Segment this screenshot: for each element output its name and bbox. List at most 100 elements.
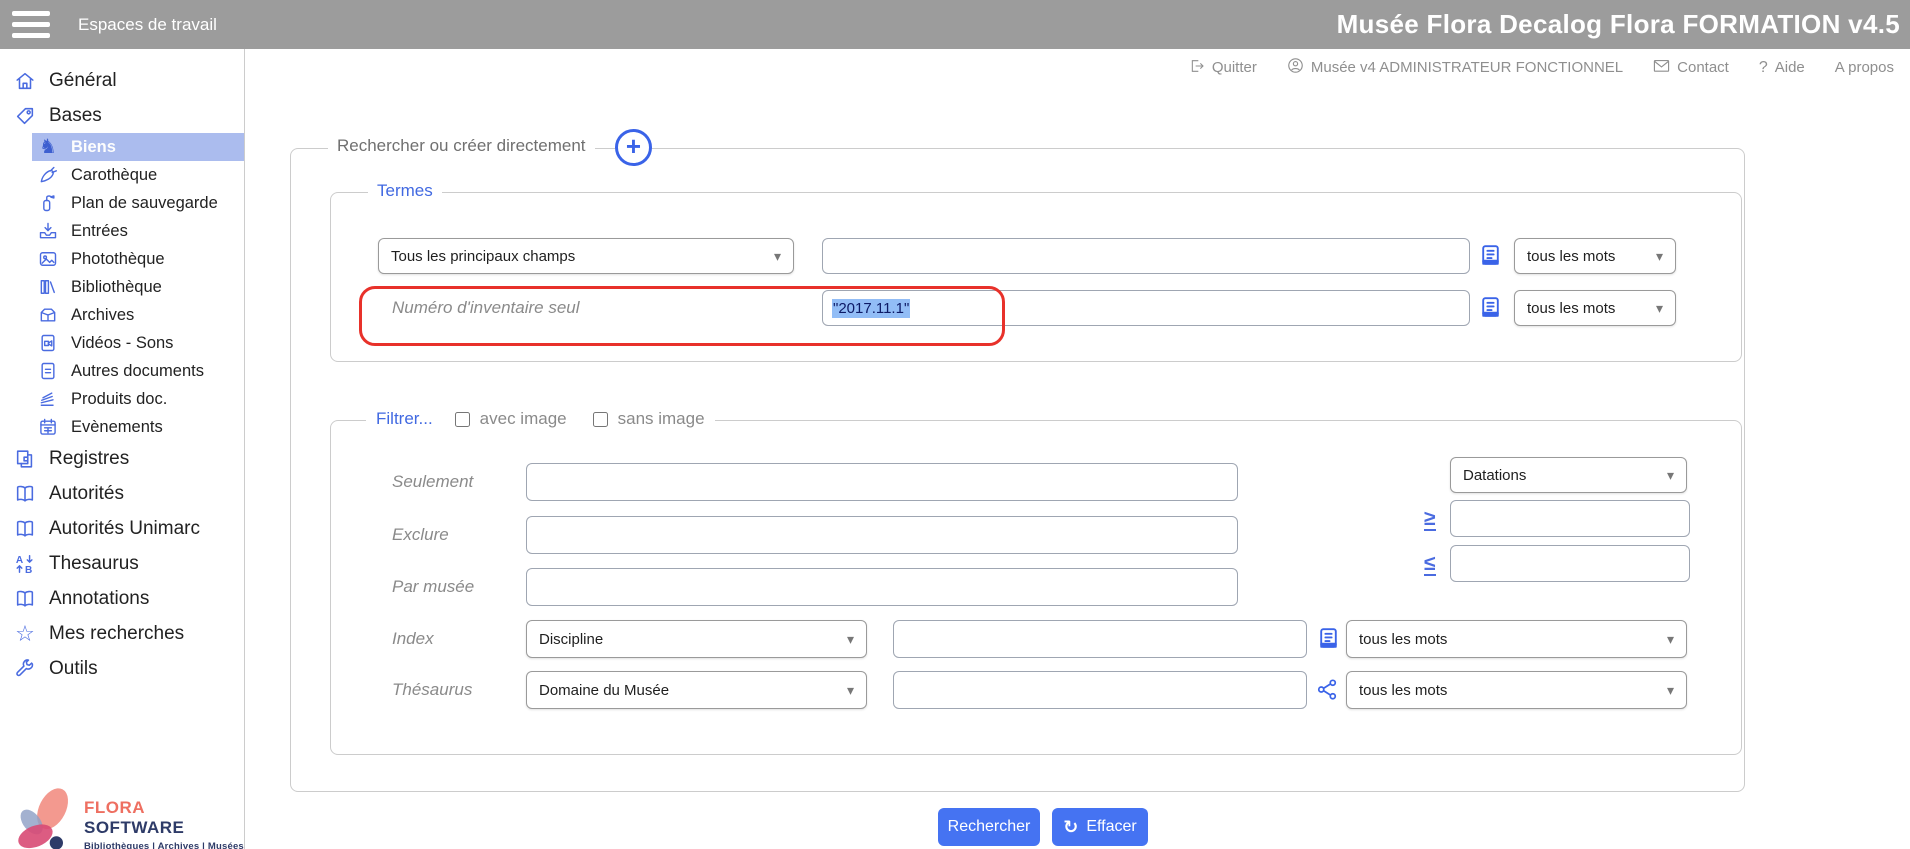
rechercher-button[interactable]: Rechercher: [938, 808, 1040, 846]
effacer-button[interactable]: Effacer: [1052, 808, 1148, 846]
document-icon: [38, 361, 58, 381]
index-label: Index: [392, 629, 434, 649]
sidebar-item-annotations[interactable]: Annotations: [8, 581, 244, 616]
contact-link[interactable]: Contact: [1653, 58, 1729, 77]
sidebar-item-autorites-unimarc[interactable]: Autorités Unimarc: [8, 511, 244, 546]
chevron-down-icon: [1667, 467, 1674, 484]
home-icon: [14, 70, 36, 92]
sans-image-checkbox[interactable]: [593, 412, 608, 427]
index-select[interactable]: Discipline: [526, 620, 867, 658]
date-gte-input[interactable]: [1450, 500, 1690, 537]
user-label: Musée v4 ADMINISTRATEUR FONCTIONNEL: [1311, 59, 1623, 76]
sidebar-item-entrees[interactable]: Entrées: [32, 217, 244, 245]
inventory-number-input[interactable]: "2017.11.1": [822, 290, 1470, 326]
sidebar-item-general[interactable]: Général: [8, 63, 244, 98]
index-mode-select[interactable]: tous les mots: [1346, 620, 1687, 658]
sidebar-item-videos-sons[interactable]: Vidéos - Sons: [32, 329, 244, 357]
sidebar-item-phototheque[interactable]: Photothèque: [32, 245, 244, 273]
user-icon: [1287, 57, 1304, 78]
chevron-down-icon: [774, 248, 781, 265]
sidebar: Général Bases Biens Carothèque Plan de s…: [0, 49, 245, 849]
apropos-label: A propos: [1835, 59, 1894, 76]
sidebar-item-plan-de-sauvegarde[interactable]: Plan de sauvegarde: [32, 189, 244, 217]
chevron-down-icon: [1667, 631, 1674, 648]
chevron-down-icon: [847, 631, 854, 648]
mode-select-2[interactable]: tous les mots: [1514, 290, 1676, 326]
thesaurus-input[interactable]: [893, 671, 1307, 709]
workspace-label: Espaces de travail: [78, 0, 217, 49]
sidebar-item-archives[interactable]: Archives: [32, 301, 244, 329]
sidebar-item-outils[interactable]: Outils: [8, 651, 244, 686]
index-lookup-icon[interactable]: [1478, 295, 1503, 320]
index-lookup-icon[interactable]: [1478, 243, 1503, 268]
svg-text:A: A: [16, 555, 24, 566]
filter-legend: Filtrer...: [376, 409, 437, 429]
mode-select-1[interactable]: tous les mots: [1514, 238, 1676, 274]
apropos-link[interactable]: A propos: [1835, 59, 1894, 76]
index-lookup-icon[interactable]: [1316, 626, 1341, 651]
refresh-icon: [1063, 817, 1078, 838]
chevron-down-icon: [1656, 248, 1663, 265]
avec-image-checkbox[interactable]: [455, 412, 470, 427]
par-musee-input[interactable]: [526, 568, 1238, 606]
logo-title: FLORA SOFTWARE: [84, 798, 244, 838]
datations-select[interactable]: Datations: [1450, 457, 1687, 493]
lte-link[interactable]: ≤: [1424, 553, 1436, 576]
quitter-link[interactable]: Quitter: [1189, 58, 1257, 78]
tag-icon: [14, 105, 36, 127]
selected-input-text: "2017.11.1": [832, 299, 910, 318]
header-links: Quitter Musée v4 ADMINISTRATEUR FONCTION…: [1189, 57, 1894, 78]
sidebar-item-autres-documents[interactable]: Autres documents: [32, 357, 244, 385]
chevron-down-icon: [1667, 682, 1674, 699]
aide-link[interactable]: Aide: [1759, 59, 1805, 77]
registers-icon: [14, 448, 36, 470]
help-icon: [1759, 59, 1768, 77]
seulement-label: Seulement: [392, 472, 473, 492]
chess-knight-icon: [38, 137, 58, 157]
sans-image-label: sans image: [618, 409, 705, 429]
svg-text:B: B: [25, 565, 32, 575]
quitter-label: Quitter: [1212, 59, 1257, 76]
books-icon: [38, 277, 58, 297]
archive-box-icon: [38, 305, 58, 325]
star-icon: [14, 623, 36, 645]
open-book-icon: [14, 483, 36, 505]
share-hierarchy-icon[interactable]: [1316, 678, 1341, 703]
photo-icon: [38, 249, 58, 269]
exclure-input[interactable]: [526, 516, 1238, 554]
sidebar-item-thesaurus[interactable]: AB Thesaurus: [8, 546, 244, 581]
avec-image-label: avec image: [480, 409, 567, 429]
contact-label: Contact: [1677, 59, 1729, 76]
wrench-icon: [14, 658, 36, 680]
sidebar-item-autorites[interactable]: Autorités: [8, 476, 244, 511]
thesaurus-label: Thésaurus: [392, 680, 472, 700]
thesaurus-mode-select[interactable]: tous les mots: [1346, 671, 1687, 709]
thesaurus-select[interactable]: Domaine du Musée: [526, 671, 867, 709]
sidebar-item-bases[interactable]: Bases: [8, 98, 244, 133]
add-button[interactable]: [615, 129, 652, 166]
sidebar-item-registres[interactable]: Registres: [8, 441, 244, 476]
extinguisher-icon: [38, 193, 58, 213]
sidebar-item-evenements[interactable]: Evènements: [32, 413, 244, 441]
terms-input-1[interactable]: [822, 238, 1470, 274]
date-lte-input[interactable]: [1450, 545, 1690, 582]
open-book-icon: [14, 588, 36, 610]
seulement-input[interactable]: [526, 463, 1238, 501]
calendar-icon: [38, 417, 58, 437]
sidebar-item-biens[interactable]: Biens: [32, 133, 244, 161]
aide-label: Aide: [1775, 59, 1805, 76]
user-menu[interactable]: Musée v4 ADMINISTRATEUR FONCTIONNEL: [1287, 57, 1623, 78]
sidebar-item-mes-recherches[interactable]: Mes recherches: [8, 616, 244, 651]
index-input[interactable]: [893, 620, 1307, 658]
par-musee-label: Par musée: [392, 577, 474, 597]
gte-link[interactable]: ≥: [1424, 508, 1436, 531]
sidebar-item-carotheque[interactable]: Carothèque: [32, 161, 244, 189]
sidebar-item-bibliotheque[interactable]: Bibliothèque: [32, 273, 244, 301]
hamburger-menu-icon[interactable]: [12, 11, 50, 38]
exclure-label: Exclure: [392, 525, 449, 545]
open-book-icon: [14, 518, 36, 540]
filter-legend-row: Filtrer... avec image sans image: [366, 406, 715, 432]
field-select[interactable]: Tous les principaux champs: [378, 238, 794, 274]
top-bar: Espaces de travail Musée Flora Decalog F…: [0, 0, 1910, 49]
sidebar-item-produits-doc[interactable]: Produits doc.: [32, 385, 244, 413]
